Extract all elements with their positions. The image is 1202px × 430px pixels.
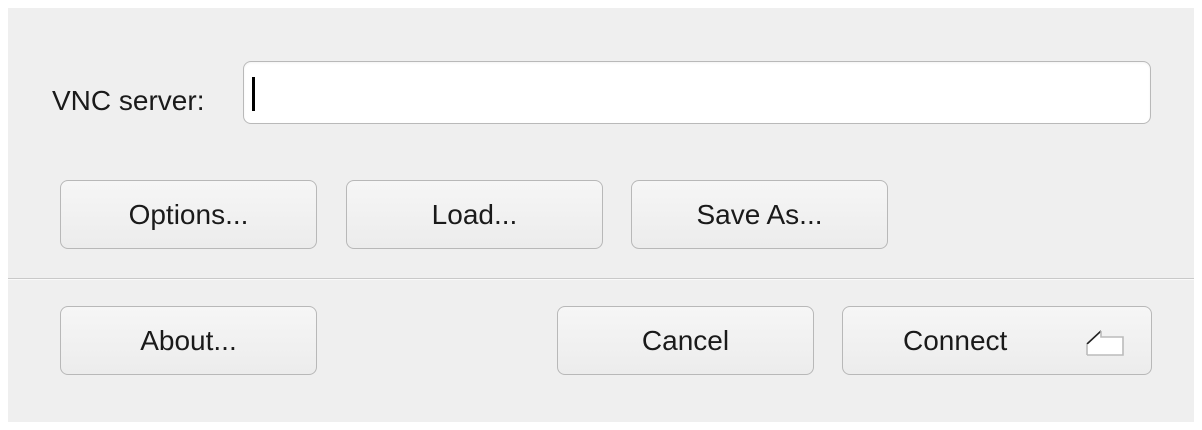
separator — [8, 278, 1194, 280]
load-button[interactable]: Load... — [346, 180, 603, 249]
vnc-server-input[interactable] — [243, 61, 1151, 124]
save-as-button[interactable]: Save As... — [631, 180, 888, 249]
vnc-connection-dialog: VNC server: Options... Load... Save As..… — [8, 8, 1194, 422]
vnc-server-label: VNC server: — [52, 85, 205, 116]
cancel-button[interactable]: Cancel — [557, 306, 814, 375]
options-button[interactable]: Options... — [60, 180, 317, 249]
about-button[interactable]: About... — [60, 306, 317, 375]
text-cursor — [252, 77, 255, 111]
return-key-icon — [1086, 330, 1124, 356]
connect-button-label: Connect — [903, 325, 1008, 356]
connect-button[interactable]: Connect — [842, 306, 1152, 375]
